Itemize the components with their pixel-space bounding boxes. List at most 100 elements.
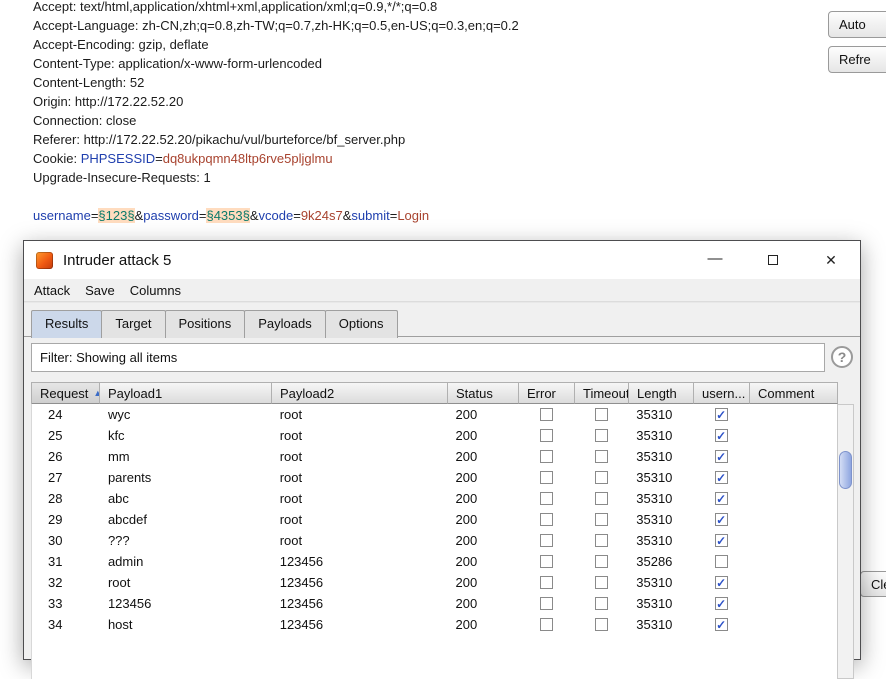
table-row[interactable]: 29 abcdef root 200 35310 ✓ — [32, 509, 837, 530]
timeout-checkbox[interactable] — [594, 429, 608, 442]
table-row[interactable]: 32 root 123456 200 35310 ✓ — [32, 572, 837, 593]
error-checkbox[interactable] — [539, 618, 553, 631]
tab-payloads[interactable]: Payloads — [244, 310, 326, 338]
request-cell: 33 — [48, 596, 63, 611]
username-checkbox[interactable]: ✓ — [714, 429, 728, 442]
minimize-button[interactable]: — — [686, 241, 744, 279]
timeout-checkbox[interactable] — [594, 534, 608, 547]
column-header-payload2[interactable]: Payload2 — [272, 382, 448, 404]
username-checkbox[interactable]: ✓ — [714, 576, 728, 589]
comment-cell — [749, 551, 837, 572]
payload2-cell: root — [279, 491, 303, 506]
request-line: Accept-Encoding: gzip, deflate — [33, 35, 519, 54]
timeout-checkbox[interactable] — [594, 408, 608, 421]
status-cell: 200 — [455, 533, 478, 548]
filter-bar[interactable]: Filter: Showing all items — [31, 343, 825, 372]
column-header-payload1[interactable]: Payload1 — [100, 382, 272, 404]
username-checkbox[interactable]: ✓ — [714, 618, 728, 631]
timeout-checkbox[interactable] — [594, 555, 608, 568]
menu-attack[interactable]: Attack — [34, 283, 70, 298]
username-checkbox[interactable]: ✓ — [714, 534, 728, 547]
request-line — [33, 187, 519, 206]
table-row[interactable]: 24 wyc root 200 35310 ✓ — [32, 404, 837, 425]
tab-target[interactable]: Target — [101, 310, 166, 338]
username-checkbox[interactable]: ✓ — [714, 492, 728, 505]
menu-columns[interactable]: Columns — [130, 283, 181, 298]
help-button[interactable]: ? — [831, 346, 853, 368]
column-header-status[interactable]: Status — [448, 382, 519, 404]
table-row[interactable]: 26 mm root 200 35310 ✓ — [32, 446, 837, 467]
auto-button[interactable]: Auto — [828, 11, 886, 38]
timeout-cell — [574, 509, 628, 530]
table-row[interactable]: 27 parents root 200 35310 ✓ — [32, 467, 837, 488]
tab-positions[interactable]: Positions — [164, 310, 246, 338]
error-checkbox[interactable] — [539, 429, 553, 442]
table-row[interactable]: 28 abc root 200 35310 ✓ — [32, 488, 837, 509]
column-header-request[interactable]: Request ▲ — [32, 382, 100, 404]
request-cell: 24 — [48, 407, 63, 422]
column-header-timeout[interactable]: Timeout — [575, 382, 629, 404]
maximize-icon — [768, 255, 778, 265]
close-button[interactable]: ✕ — [802, 241, 860, 279]
timeout-cell — [574, 551, 628, 572]
timeout-checkbox[interactable] — [594, 492, 608, 505]
payload1-cell: host — [107, 617, 133, 632]
request-text: Connection: close — [33, 113, 137, 128]
username-checkbox[interactable]: ✓ — [714, 450, 728, 463]
request-line: Upgrade-Insecure-Requests: 1 — [33, 168, 519, 187]
username-checkbox[interactable]: ✓ — [714, 408, 728, 421]
error-checkbox[interactable] — [539, 471, 553, 484]
error-checkbox[interactable] — [539, 450, 553, 463]
error-checkbox[interactable] — [539, 597, 553, 610]
scrollbar-thumb[interactable] — [839, 451, 852, 489]
column-header-label: Payload1 — [108, 385, 163, 401]
tab-options[interactable]: Options — [324, 310, 398, 338]
table-row[interactable]: 25 kfc root 200 35310 ✓ — [32, 425, 837, 446]
error-cell — [518, 404, 574, 425]
username-checkbox[interactable] — [714, 555, 728, 568]
table-row[interactable]: 34 host 123456 200 35310 ✓ — [32, 614, 837, 635]
tab-results[interactable]: Results — [31, 310, 103, 338]
error-checkbox[interactable] — [539, 492, 553, 505]
refresh-button[interactable]: Refre — [828, 46, 886, 73]
request-cell: 30 — [48, 533, 63, 548]
request-line: Cookie: PHPSESSID=dq8ukpqmn48ltp6rve5plj… — [33, 149, 519, 168]
table-row[interactable]: 33 123456 123456 200 35310 ✓ — [32, 593, 837, 614]
maximize-button[interactable] — [744, 241, 802, 279]
request-cell: 29 — [48, 512, 63, 527]
table-row[interactable]: 30??? root 200 35310 ✓ — [32, 530, 837, 551]
column-header-usern[interactable]: usern... — [694, 382, 750, 404]
error-checkbox[interactable] — [539, 576, 553, 589]
timeout-checkbox[interactable] — [594, 513, 608, 526]
column-header-length[interactable]: Length — [629, 382, 694, 404]
column-header-comment[interactable]: Comment — [750, 382, 838, 404]
timeout-checkbox[interactable] — [594, 597, 608, 610]
status-cell: 200 — [455, 554, 478, 569]
timeout-cell — [574, 467, 628, 488]
username-checkbox[interactable]: ✓ — [714, 513, 728, 526]
timeout-checkbox[interactable] — [594, 618, 608, 631]
error-checkbox[interactable] — [539, 408, 553, 421]
request-text: Content-Length: 52 — [33, 75, 145, 90]
timeout-checkbox[interactable] — [594, 576, 608, 589]
vertical-scrollbar[interactable] — [837, 404, 854, 679]
length-cell: 35310 — [636, 407, 673, 422]
column-header-error[interactable]: Error — [519, 382, 575, 404]
table-row[interactable]: 31 admin 123456 200 35286 — [32, 551, 837, 572]
username-checkbox[interactable]: ✓ — [714, 471, 728, 484]
username-cell: ✓ — [693, 446, 749, 467]
error-checkbox[interactable] — [539, 513, 553, 526]
length-cell: 35310 — [636, 596, 673, 611]
error-checkbox[interactable] — [539, 555, 553, 568]
clear-button[interactable]: Clea — [860, 571, 886, 597]
menu-save[interactable]: Save — [85, 283, 115, 298]
username-checkbox[interactable]: ✓ — [714, 597, 728, 610]
request-cell: 31 — [48, 554, 63, 569]
request-text: Cookie: — [33, 151, 81, 166]
timeout-checkbox[interactable] — [594, 471, 608, 484]
request-editor[interactable]: Accept: text/html,application/xhtml+xml,… — [33, 0, 519, 225]
titlebar[interactable]: Intruder attack 5 — ✕ — [24, 241, 860, 279]
status-cell: 200 — [455, 575, 478, 590]
error-checkbox[interactable] — [539, 534, 553, 547]
timeout-checkbox[interactable] — [594, 450, 608, 463]
